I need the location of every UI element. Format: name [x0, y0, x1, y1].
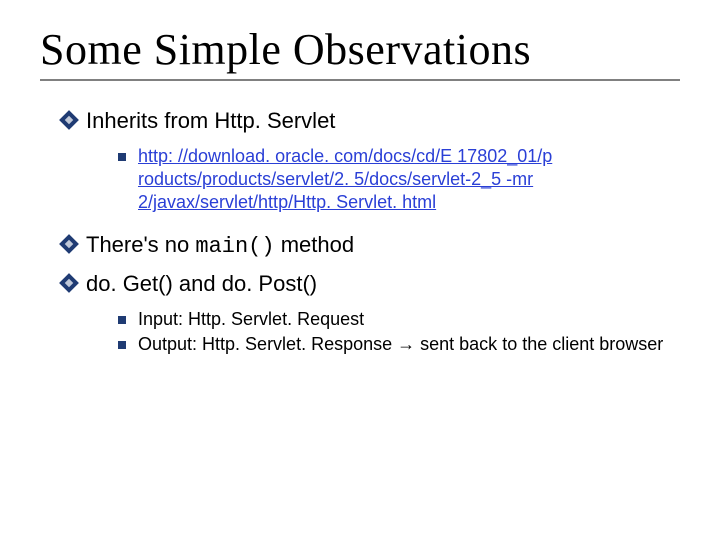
sub-text: Output: Http. Servlet. Response → sent b… [138, 333, 663, 356]
diamond-bullet-icon [62, 237, 76, 251]
text-pre: Output: Http. Servlet. Response [138, 334, 397, 354]
text-post: sent back to the client browser [415, 334, 663, 354]
square-bullet-icon [118, 316, 126, 324]
sub-bullet-link: http: //download. oracle. com/docs/cd/E … [118, 145, 680, 215]
title-divider [40, 79, 680, 81]
bullet-text: Inherits from Http. Servlet [86, 107, 335, 135]
bullet-doget-dopost: do. Get() and do. Post() [62, 270, 680, 298]
slide-title: Some Simple Observations [40, 24, 680, 75]
servlet-doc-link[interactable]: http: //download. oracle. com/docs/cd/E … [138, 146, 552, 213]
text-post: method [275, 232, 355, 257]
diamond-bullet-icon [62, 276, 76, 290]
square-bullet-icon [118, 153, 126, 161]
bullet-inherits: Inherits from Http. Servlet [62, 107, 680, 135]
slide-body: Inherits from Http. Servlet http: //down… [40, 107, 680, 356]
slide: Some Simple Observations Inherits from H… [0, 0, 720, 540]
sub-text: Input: Http. Servlet. Request [138, 308, 364, 331]
sub-bullet-input: Input: Http. Servlet. Request [118, 308, 680, 331]
code-main: main() [195, 234, 274, 259]
arrow-icon: → [397, 334, 415, 354]
diamond-bullet-icon [62, 113, 76, 127]
sub-list: Input: Http. Servlet. Request Output: Ht… [118, 308, 680, 357]
bullet-text: do. Get() and do. Post() [86, 270, 317, 298]
bullet-no-main: There's no main() method [62, 231, 680, 261]
sub-bullet-output: Output: Http. Servlet. Response → sent b… [118, 333, 680, 356]
link-text[interactable]: http: //download. oracle. com/docs/cd/E … [138, 145, 678, 215]
text-pre: There's no [86, 232, 195, 257]
square-bullet-icon [118, 341, 126, 349]
bullet-text: There's no main() method [86, 231, 354, 261]
sub-list: http: //download. oracle. com/docs/cd/E … [118, 145, 680, 215]
